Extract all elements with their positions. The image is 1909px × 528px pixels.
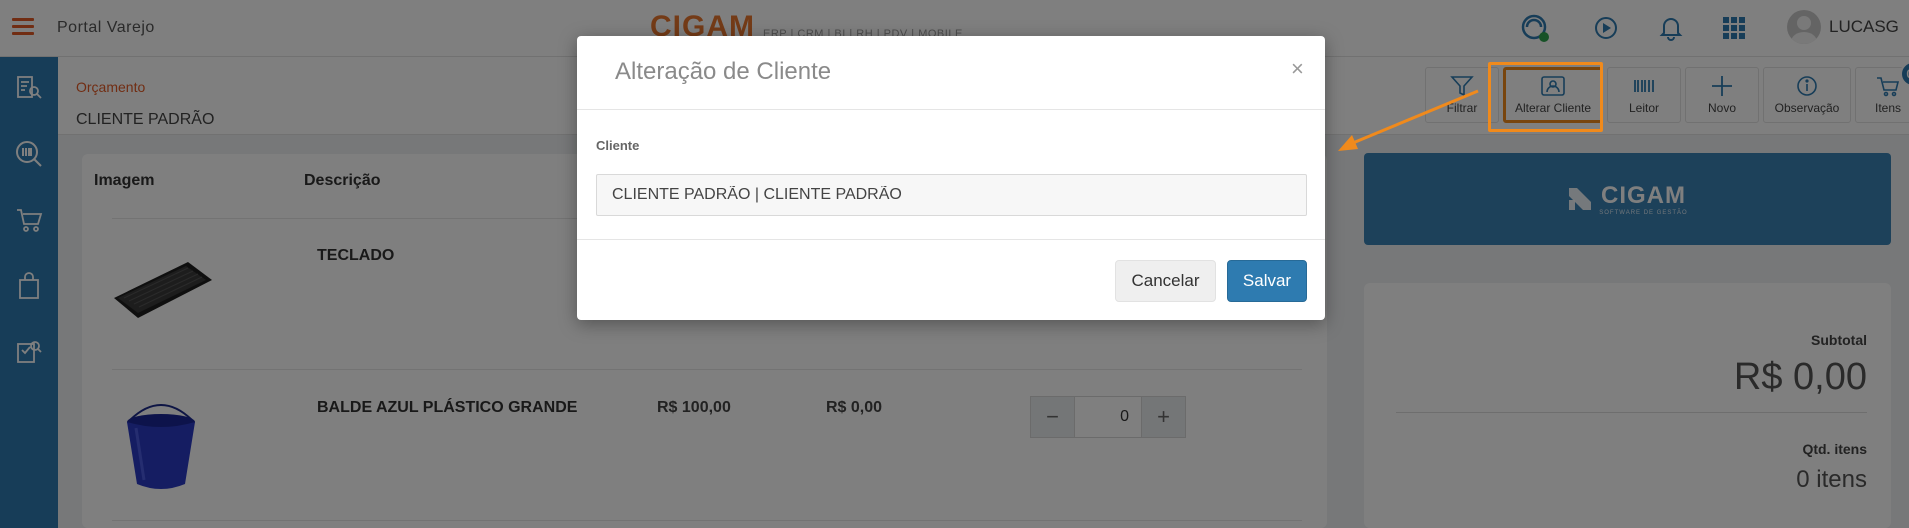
divider [577,239,1325,240]
change-client-dialog: Alteração de Cliente × Cliente Cancelar … [577,36,1325,320]
close-icon[interactable]: × [1291,58,1304,80]
dialog-title: Alteração de Cliente [615,58,832,85]
highlight-box [1488,62,1603,132]
client-field-label: Cliente [596,138,640,153]
save-button[interactable]: Salvar [1227,260,1307,302]
divider [577,109,1325,110]
pointer-arrow [1338,89,1479,151]
cancel-button[interactable]: Cancelar [1115,260,1216,302]
client-field[interactable] [596,174,1307,216]
